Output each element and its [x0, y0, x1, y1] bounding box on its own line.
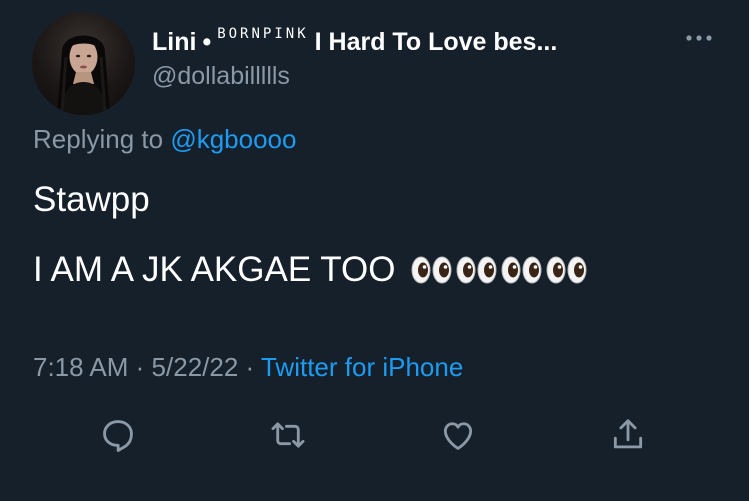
meta-separator: · [245, 352, 255, 382]
replying-to: Replying to @kgboooo [33, 124, 296, 155]
author-name-suffix: I Hard To Love bes... [314, 27, 558, 56]
more-horizontal-icon [686, 35, 712, 41]
more-button[interactable] [682, 28, 716, 48]
share-icon [613, 419, 643, 449]
reply-icon [103, 420, 133, 452]
eyes-emoji-icon [546, 255, 587, 285]
tweet-actions [0, 415, 749, 455]
avatar[interactable] [32, 12, 135, 115]
tweet-source-link[interactable]: Twitter for iPhone [261, 352, 463, 382]
author-display-name[interactable]: Lini [152, 28, 196, 57]
tweet-text-line-1: Stawpp [33, 180, 150, 219]
share-button[interactable] [608, 415, 648, 455]
reply-button[interactable] [98, 415, 138, 455]
replying-to-label: Replying to [33, 124, 164, 154]
author-name-tag: BORNPINK [217, 26, 309, 42]
eyes-emoji-icon [501, 255, 542, 285]
eyes-emoji-icon [456, 255, 497, 285]
retweet-icon [271, 422, 305, 448]
author-name-row[interactable]: Lini • BORNPINK I Hard To Love bes... [152, 24, 672, 60]
tweet-date[interactable]: 5/22/22 [152, 352, 239, 382]
eyes-emoji-group [411, 255, 587, 285]
tweet-time[interactable]: 7:18 AM [33, 352, 128, 382]
tweet-text-line-2-text: I AM A JK AKGAE TOO [33, 250, 396, 289]
tweet-detail: Lini • BORNPINK I Hard To Love bes... @d… [0, 0, 749, 501]
eyes-emoji-icon [411, 255, 452, 285]
tweet-text-line-2: I AM A JK AKGAE TOO [33, 250, 587, 290]
meta-separator: · [135, 352, 145, 382]
author-handle[interactable]: @dollabillllls [152, 62, 290, 91]
retweet-button[interactable] [268, 415, 308, 455]
name-separator: • [202, 27, 212, 56]
reply-mention-link[interactable]: @kgboooo [170, 124, 296, 154]
heart-icon [443, 422, 473, 450]
like-button[interactable] [438, 415, 478, 455]
tweet-meta: 7:18 AM · 5/22/22 · Twitter for iPhone [33, 352, 463, 383]
avatar-image [57, 35, 110, 115]
